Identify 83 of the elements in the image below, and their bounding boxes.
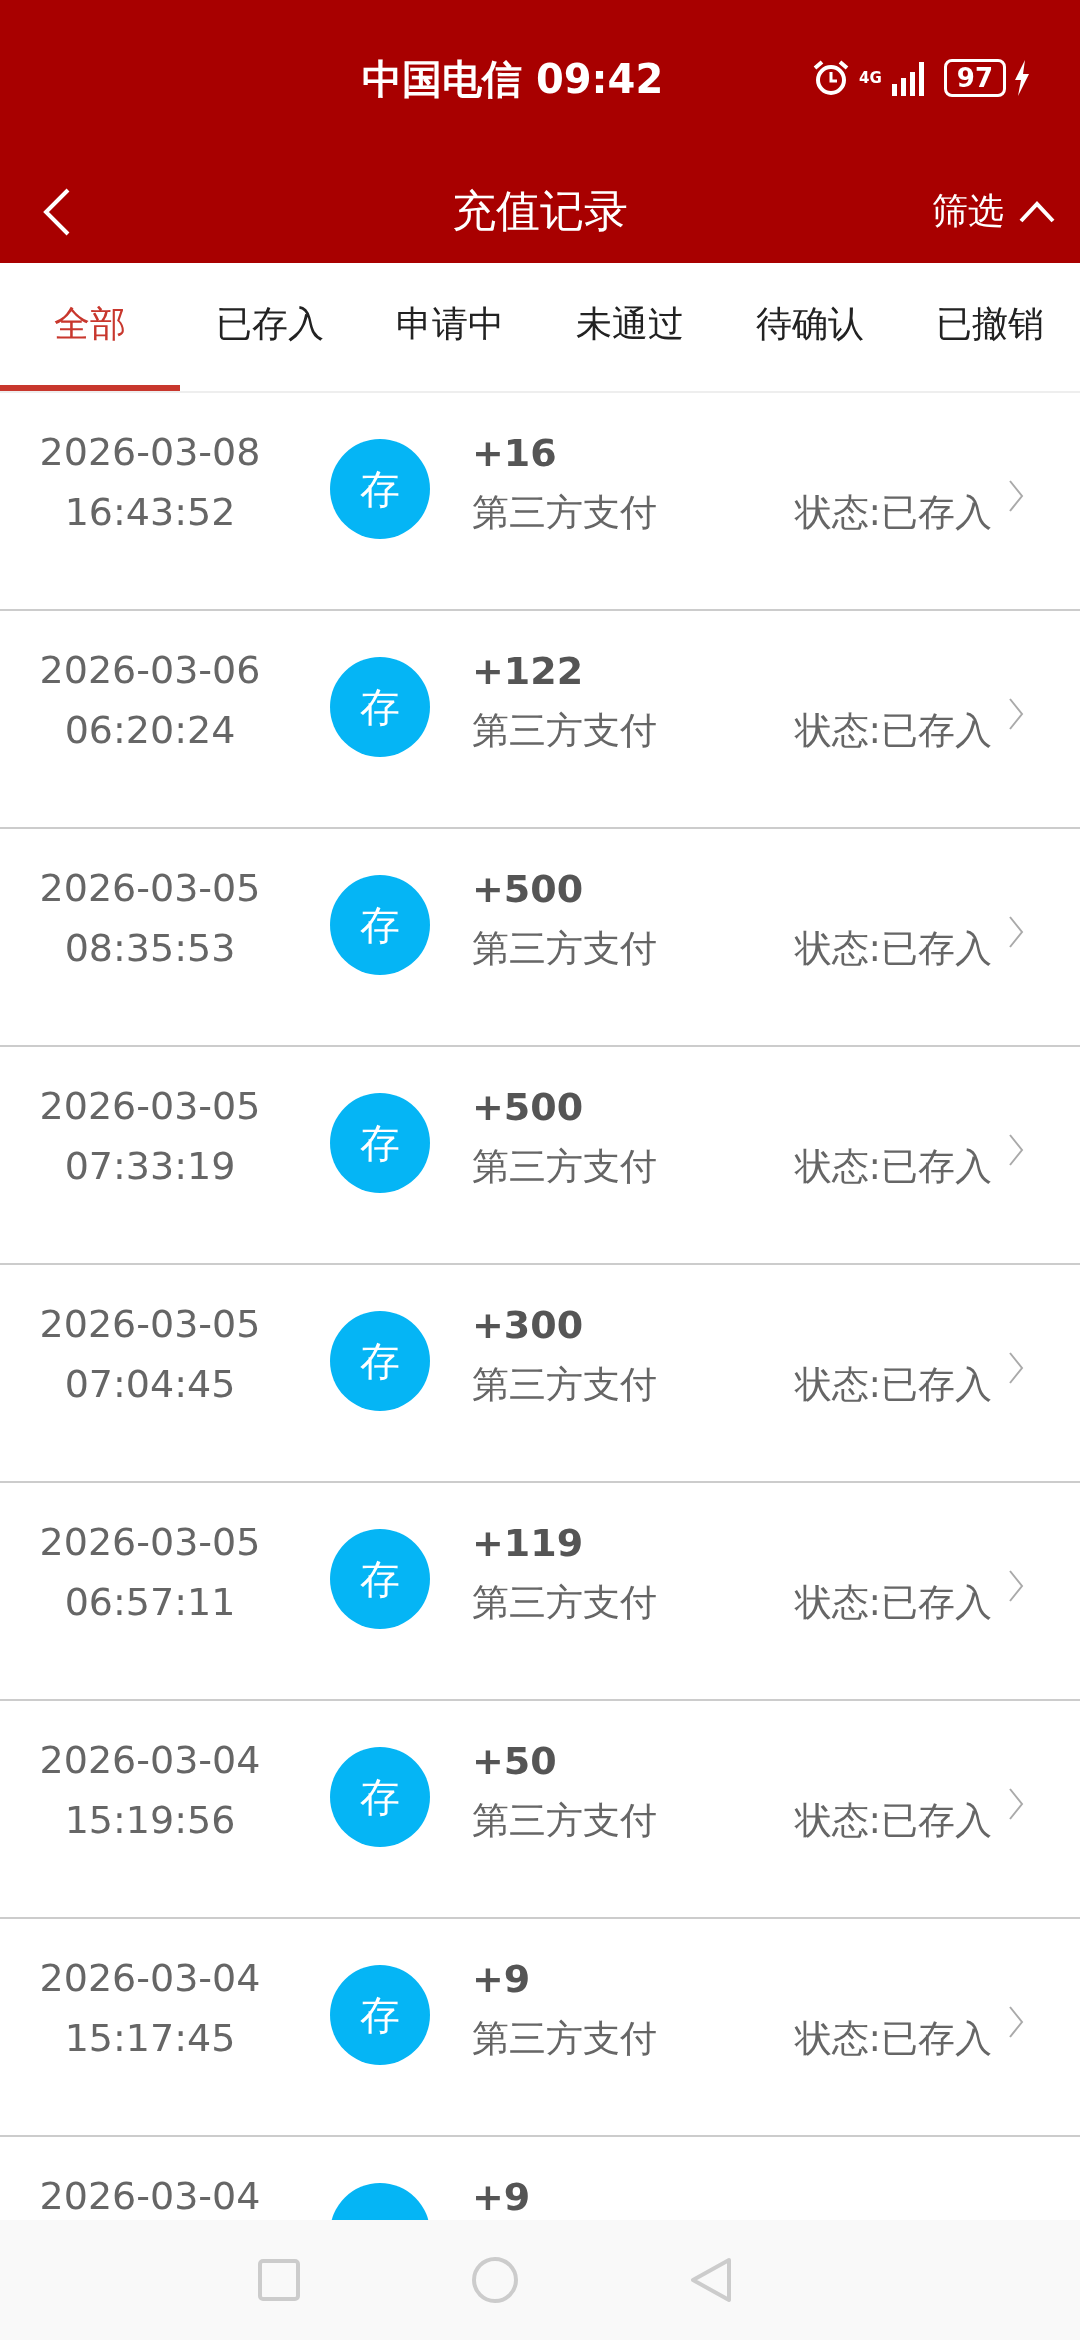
record-row[interactable]: 2026-03-05 08:35:53 存 +500 第三方支付 状态:已存入	[0, 829, 1080, 1047]
record-status: 状态:已存入	[794, 708, 992, 754]
home-icon[interactable]	[471, 2256, 519, 2304]
record-amount: +500	[472, 866, 585, 913]
record-date: 2026-03-06	[39, 647, 261, 694]
record-amount: +300	[472, 1302, 585, 1349]
record-time: 08:35:53	[64, 925, 236, 972]
deposit-badge: 存	[330, 1747, 430, 1847]
record-time: 15:19:56	[64, 1797, 236, 1844]
record-status: 状态:已存入	[794, 490, 992, 536]
payment-method: 第三方支付	[472, 2016, 657, 2062]
record-amount: +119	[472, 1520, 585, 1567]
record-time: 07:33:19	[64, 1143, 236, 1190]
record-status: 状态:已存入	[794, 1144, 992, 1190]
record-date: 2026-03-05	[39, 1083, 261, 1130]
chevron-right-icon	[1008, 697, 1024, 731]
record-date: 2026-03-05	[39, 865, 261, 912]
chevron-right-icon	[1008, 1351, 1024, 1385]
deposit-badge: 存	[330, 1311, 430, 1411]
battery-level: 97	[943, 58, 1006, 97]
back-button[interactable]	[42, 186, 72, 237]
payment-method: 第三方支付	[472, 1362, 657, 1408]
chevron-right-icon	[1008, 479, 1024, 513]
page-title: 充值记录	[452, 184, 628, 238]
filter-tab[interactable]: 待确认	[720, 263, 900, 391]
record-time: 06:20:24	[64, 707, 236, 754]
deposit-badge: 存	[330, 1529, 430, 1629]
record-row[interactable]: 2026-03-08 16:43:52 存 +16 第三方支付 状态:已存入	[0, 393, 1080, 611]
record-amount: +16	[472, 430, 558, 477]
chevron-right-icon	[1008, 2005, 1024, 2039]
record-status: 状态:已存入	[794, 926, 992, 972]
record-amount: +9	[472, 1956, 532, 2003]
record-row[interactable]: 2026-03-04 15:19:56 存 +50 第三方支付 状态:已存入	[0, 1701, 1080, 1919]
filter-tab[interactable]: 已存入	[180, 263, 360, 391]
record-amount: +122	[472, 648, 585, 695]
record-amount: +9	[472, 2174, 532, 2220]
record-row[interactable]: 2026-03-06 06:20:24 存 +122 第三方支付 状态:已存入	[0, 611, 1080, 829]
record-row[interactable]: 2026-03-04 15:17:45 存 +9 第三方支付 状态:已存入	[0, 1919, 1080, 2137]
deposit-badge: 存	[330, 657, 430, 757]
record-time: 16:43:52	[64, 489, 236, 536]
payment-method: 第三方支付	[472, 1144, 657, 1190]
back-icon[interactable]	[689, 2256, 733, 2304]
record-date: 2026-03-05	[39, 1519, 261, 1566]
record-date: 2026-03-04	[39, 1955, 261, 2002]
status-carrier-time: 中国电信 09:42	[362, 55, 664, 104]
record-date: 2026-03-04	[39, 1737, 261, 1784]
record-date: 2026-03-08	[39, 429, 261, 476]
charging-icon	[1014, 59, 1030, 96]
record-row[interactable]: 2026-03-05 06:57:11 存 +119 第三方支付 状态:已存入	[0, 1483, 1080, 1701]
record-time: 15:17:45	[64, 2015, 236, 2062]
record-amount: +50	[472, 1738, 558, 1785]
record-amount: +500	[472, 1084, 585, 1131]
filter-tab[interactable]: 申请中	[360, 263, 540, 391]
network-type: 4G	[859, 68, 882, 87]
filter-tab[interactable]: 未通过	[540, 263, 720, 391]
record-time: 06:57:11	[64, 1579, 236, 1626]
record-date: 2026-03-04	[39, 2173, 261, 2220]
deposit-badge: 存	[330, 875, 430, 975]
record-time: 07:04:45	[64, 1361, 236, 1408]
deposit-badge: 存	[330, 1965, 430, 2065]
record-status: 状态:已存入	[794, 2016, 992, 2062]
payment-method: 第三方支付	[472, 926, 657, 972]
payment-method: 第三方支付	[472, 708, 657, 754]
record-row[interactable]: 2026-03-05 07:04:45 存 +300 第三方支付 状态:已存入	[0, 1265, 1080, 1483]
payment-method: 第三方支付	[472, 1798, 657, 1844]
chevron-right-icon	[1008, 915, 1024, 949]
deposit-badge: 存	[330, 1093, 430, 1193]
record-status: 状态:已存入	[794, 1798, 992, 1844]
record-date: 2026-03-05	[39, 1301, 261, 1348]
deposit-badge: 存	[330, 439, 430, 539]
payment-method: 第三方支付	[472, 490, 657, 536]
filter-tab[interactable]: 全部	[0, 263, 180, 391]
filter-tab[interactable]: 已撤销	[900, 263, 1080, 391]
chevron-right-icon	[1008, 1787, 1024, 1821]
filter-button[interactable]: 筛选	[932, 187, 1056, 236]
record-row[interactable]: 2026-03-05 07:33:19 存 +500 第三方支付 状态:已存入	[0, 1047, 1080, 1265]
chevron-up-icon	[1018, 199, 1056, 224]
chevron-right-icon	[1008, 1569, 1024, 1603]
recent-apps-icon[interactable]	[257, 2258, 301, 2302]
payment-method: 第三方支付	[472, 1580, 657, 1626]
record-status: 状态:已存入	[794, 1580, 992, 1626]
chevron-right-icon	[1008, 1133, 1024, 1167]
record-status: 状态:已存入	[794, 1362, 992, 1408]
